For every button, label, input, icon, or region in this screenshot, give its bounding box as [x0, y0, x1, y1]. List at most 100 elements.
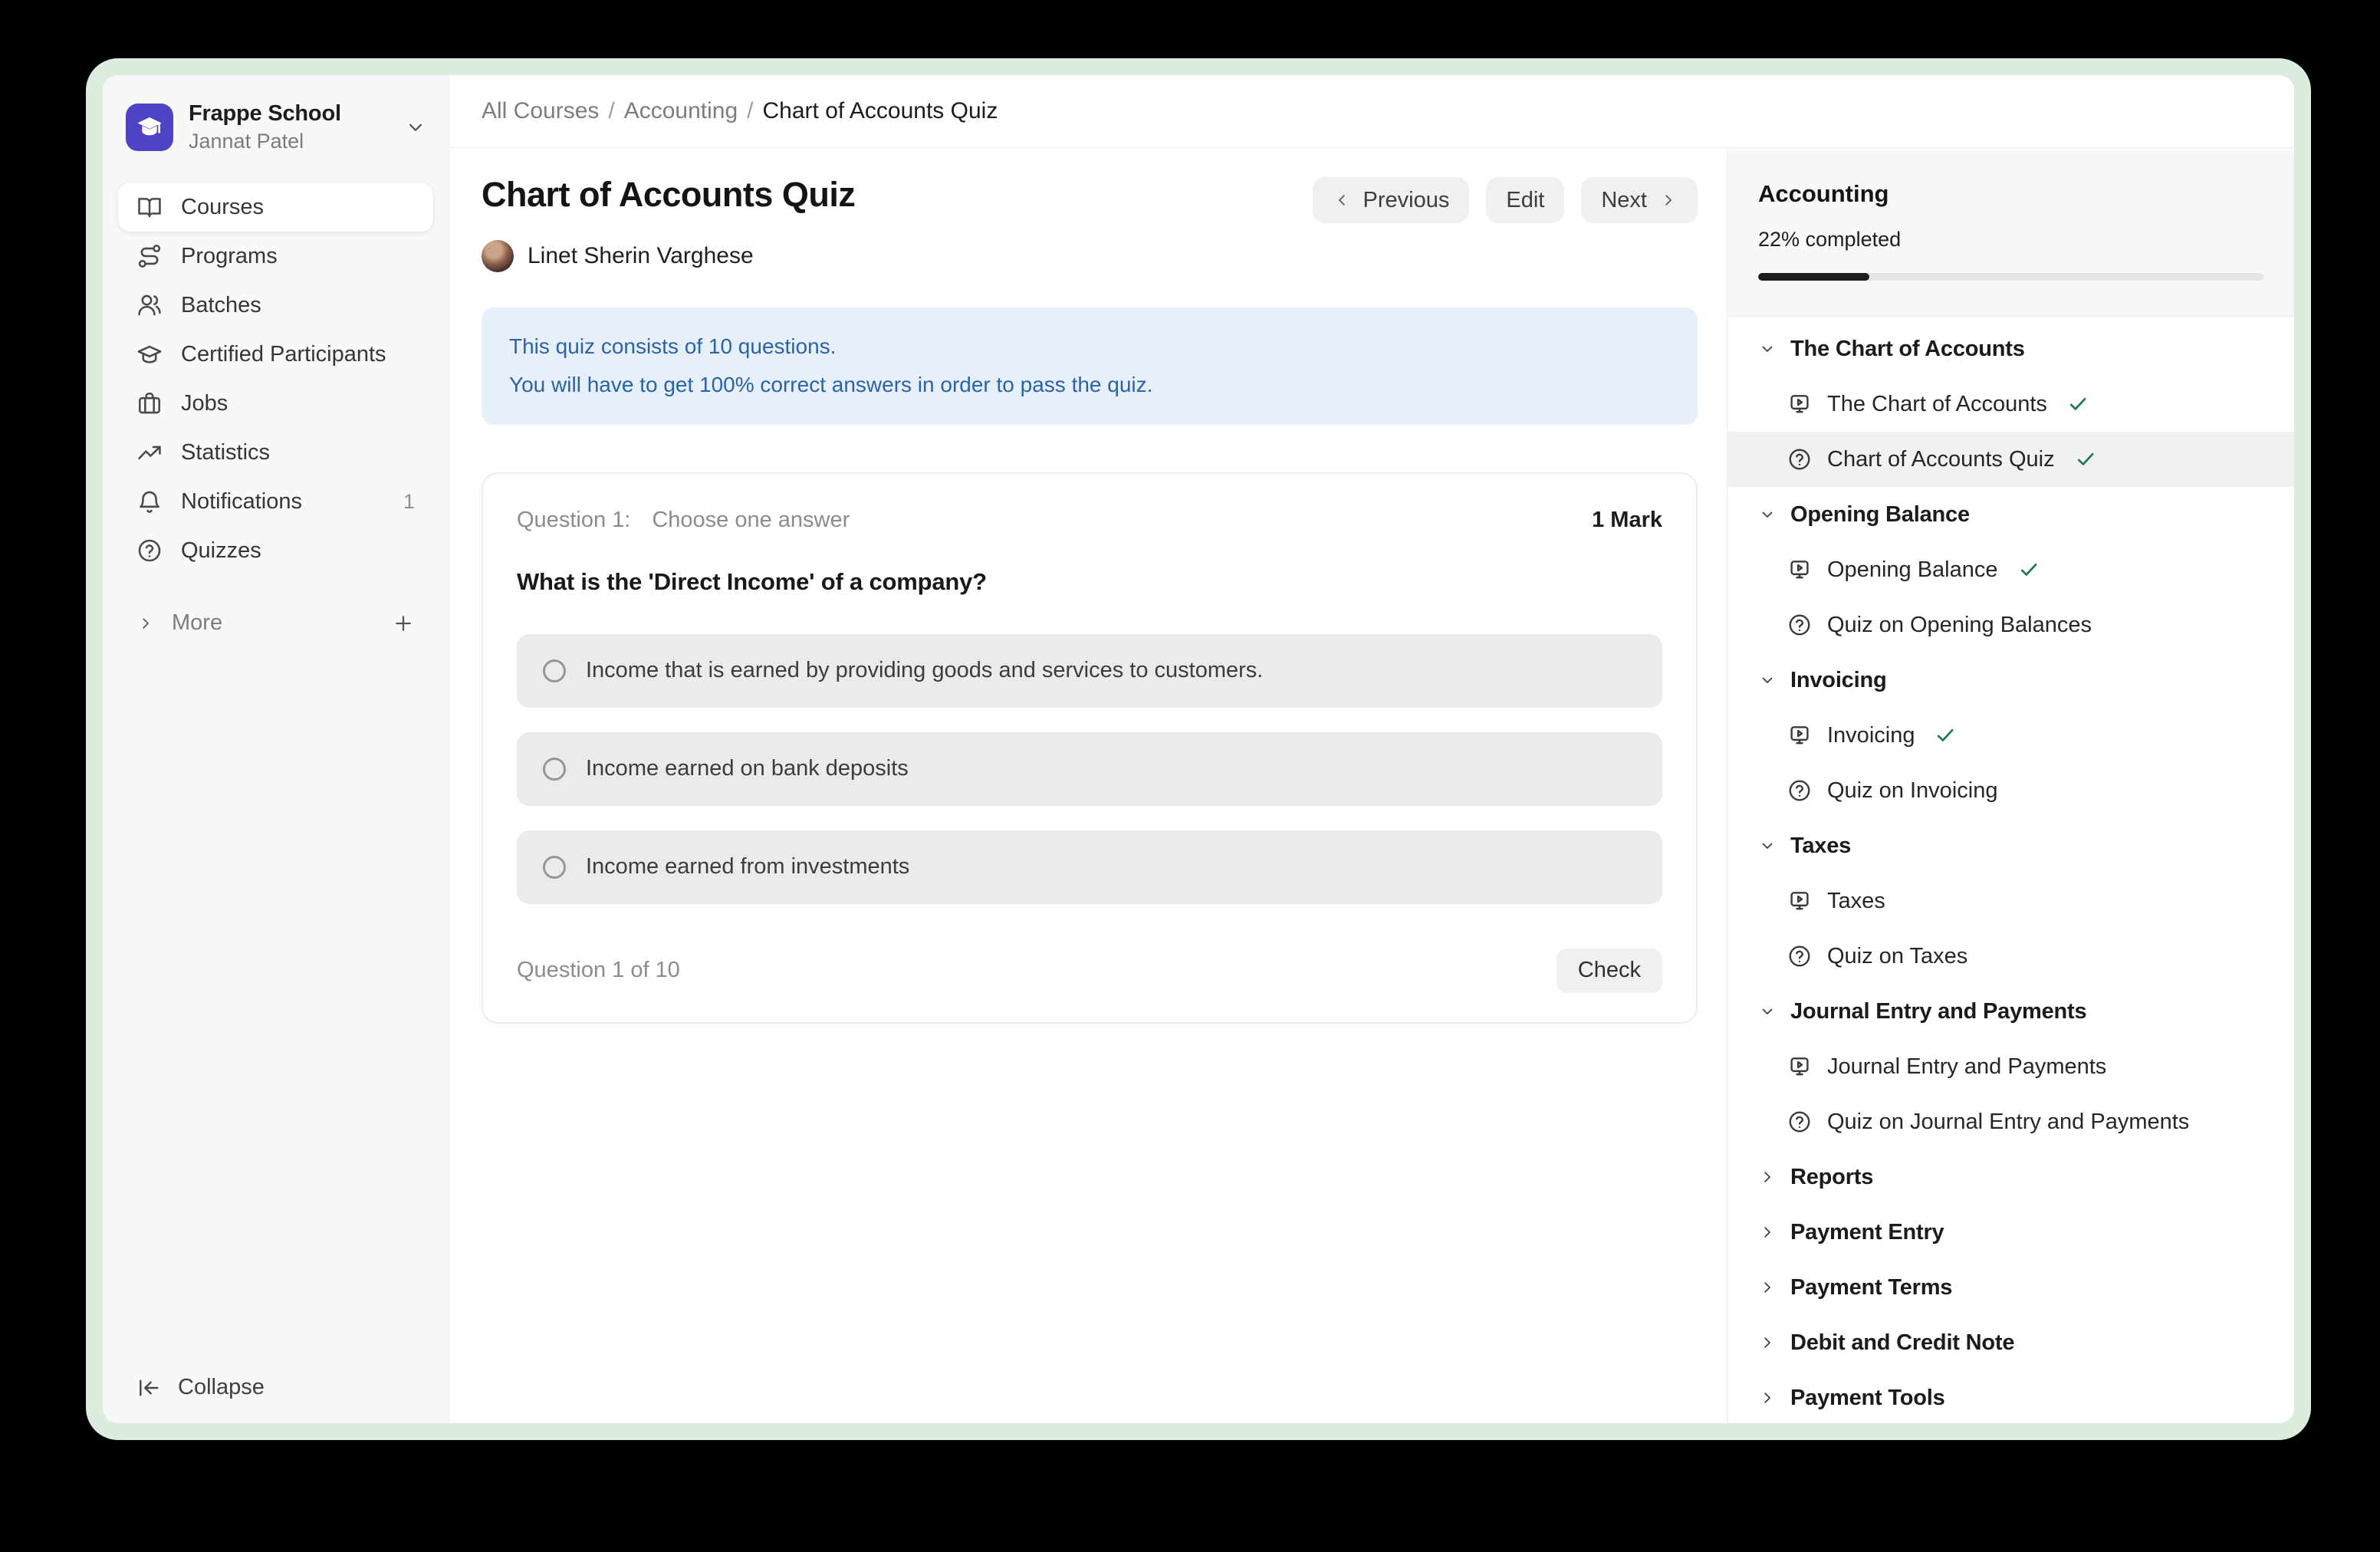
- answer-option-label: Income earned on bank deposits: [586, 756, 909, 781]
- outline-item-quiz-on-taxes[interactable]: Quiz on Taxes: [1727, 929, 2294, 984]
- sidebar-item-notifications[interactable]: Notifications1: [118, 477, 433, 526]
- answer-option-3[interactable]: Income earned from investments: [517, 830, 1662, 904]
- outline-section-taxes[interactable]: Taxes: [1727, 818, 2294, 873]
- outline-section-payment-terms[interactable]: Payment Terms: [1727, 1260, 2294, 1315]
- sidebar-item-label: Quizzes: [181, 538, 261, 564]
- outline-item-opening-balance[interactable]: Opening Balance: [1727, 542, 2294, 597]
- users-icon: [136, 292, 163, 318]
- outline-item-quiz-on-invoicing[interactable]: Quiz on Invoicing: [1727, 763, 2294, 818]
- previous-button[interactable]: Previous: [1313, 177, 1470, 223]
- trending-up-icon: [136, 439, 163, 465]
- workspace-switcher[interactable]: Frappe School Jannat Patel: [118, 95, 433, 159]
- answer-option-2[interactable]: Income earned on bank deposits: [517, 732, 1662, 806]
- course-outline-panel: Accounting 22% completed The Chart of Ac…: [1727, 148, 2294, 1423]
- outline-item-label: Journal Entry and Payments: [1827, 1054, 2106, 1080]
- outline-section-payment-entry[interactable]: Payment Entry: [1727, 1205, 2294, 1260]
- chevron-down-icon: [1758, 671, 1777, 689]
- more-label: More: [172, 610, 222, 636]
- monitor-play-icon: [1787, 723, 1812, 748]
- course-progress-fill: [1758, 273, 1869, 281]
- route-icon: [136, 243, 163, 269]
- collapse-sidebar-button[interactable]: Collapse: [136, 1375, 265, 1400]
- outline-item-invoicing[interactable]: Invoicing: [1727, 708, 2294, 763]
- breadcrumb-all-courses[interactable]: All Courses: [482, 98, 599, 124]
- notification-count-badge: 1: [403, 490, 415, 514]
- help-circle-icon: [1787, 1110, 1812, 1134]
- sidebar-item-label: Statistics: [181, 440, 270, 465]
- breadcrumb-current: Chart of Accounts Quiz: [763, 98, 998, 124]
- answer-option-label: Income earned from investments: [586, 854, 909, 880]
- workspace-text: Frappe School Jannat Patel: [189, 101, 341, 153]
- outline-item-quiz-on-opening-balances[interactable]: Quiz on Opening Balances: [1727, 597, 2294, 653]
- question-instruction: Choose one answer: [652, 508, 850, 533]
- sidebar-item-label: Programs: [181, 244, 278, 269]
- app-window: Frappe School Jannat Patel Courses Progra…: [86, 58, 2311, 1440]
- answer-options: Income that is earned by providing goods…: [517, 634, 1662, 904]
- question-number-label: Question 1:: [517, 508, 630, 533]
- sidebar-item-batches[interactable]: Batches: [118, 281, 433, 330]
- edit-button[interactable]: Edit: [1486, 177, 1564, 223]
- outline-item-the-chart-of-accounts[interactable]: The Chart of Accounts: [1727, 376, 2294, 432]
- outline-section-title: Payment Tools: [1790, 1386, 1945, 1411]
- workspace-name: Frappe School: [189, 101, 341, 127]
- outline-section-the-chart-of-accounts[interactable]: The Chart of Accounts: [1727, 321, 2294, 376]
- question-marks: 1 Mark: [1592, 508, 1662, 533]
- outline-item-label: Invoicing: [1827, 723, 1915, 748]
- quiz-card: Question 1: Choose one answer 1 Mark Wha…: [482, 472, 1698, 1024]
- lesson-nav-buttons: Previous Edit Next: [1313, 177, 1698, 223]
- check-icon: [2018, 559, 2040, 580]
- outline-item-label: Quiz on Opening Balances: [1827, 613, 2092, 638]
- graduation-cap-icon: [134, 112, 165, 143]
- outline-section-journal-entry-and-payments[interactable]: Journal Entry and Payments: [1727, 984, 2294, 1039]
- radio-icon[interactable]: [543, 856, 566, 879]
- left-sidebar: Frappe School Jannat Patel Courses Progra…: [103, 75, 449, 1423]
- outline-section-title: Debit and Credit Note: [1790, 1330, 2014, 1356]
- chevron-right-icon: [1659, 191, 1678, 209]
- chevron-right-icon: [1758, 1278, 1777, 1297]
- next-button[interactable]: Next: [1581, 177, 1698, 223]
- sidebar-item-jobs[interactable]: Jobs: [118, 379, 433, 428]
- sidebar-item-statistics[interactable]: Statistics: [118, 428, 433, 477]
- sidebar-item-label: Courses: [181, 195, 264, 220]
- help-circle-icon: [1787, 944, 1812, 968]
- sidebar-item-quizzes[interactable]: Quizzes: [118, 526, 433, 575]
- quiz-notice-line1: This quiz consists of 10 questions.: [509, 327, 1670, 366]
- outline-item-label: Opening Balance: [1827, 557, 1998, 583]
- plus-icon[interactable]: [392, 612, 415, 635]
- outline-section-debit-and-credit-note[interactable]: Debit and Credit Note: [1727, 1315, 2294, 1370]
- check-icon: [1935, 725, 1956, 746]
- radio-icon[interactable]: [543, 758, 566, 781]
- sidebar-more[interactable]: More: [118, 610, 433, 636]
- outline-section-title: Taxes: [1790, 834, 1851, 859]
- author-name: Linet Sherin Varghese: [528, 243, 754, 269]
- outline-section-opening-balance[interactable]: Opening Balance: [1727, 487, 2294, 542]
- question-pagination: Question 1 of 10: [517, 958, 680, 983]
- outline-item-taxes[interactable]: Taxes: [1727, 873, 2294, 929]
- outline-item-journal-entry-and-payments[interactable]: Journal Entry and Payments: [1727, 1039, 2294, 1094]
- sidebar-item-certified-participants[interactable]: Certified Participants: [118, 330, 433, 379]
- help-circle-icon: [1787, 778, 1812, 803]
- outline-section-invoicing[interactable]: Invoicing: [1727, 653, 2294, 708]
- outline-section-title: Opening Balance: [1790, 502, 1970, 528]
- sidebar-item-programs[interactable]: Programs: [118, 232, 433, 281]
- sidebar-item-courses[interactable]: Courses: [118, 182, 433, 232]
- monitor-play-icon: [1787, 392, 1812, 416]
- course-progress-bar: [1758, 273, 2263, 281]
- outline-section-reports[interactable]: Reports: [1727, 1149, 2294, 1205]
- frappe-school-logo: [126, 104, 173, 151]
- quiz-notice: This quiz consists of 10 questions. You …: [482, 307, 1698, 425]
- check-button[interactable]: Check: [1557, 949, 1662, 993]
- help-circle-icon: [1787, 613, 1812, 637]
- outline-item-quiz-on-journal-entry-and-payments[interactable]: Quiz on Journal Entry and Payments: [1727, 1094, 2294, 1149]
- outline-section-title: Reports: [1790, 1165, 1873, 1190]
- breadcrumb-separator: /: [608, 98, 614, 124]
- answer-option-1[interactable]: Income that is earned by providing goods…: [517, 634, 1662, 708]
- course-outline-header: Accounting 22% completed: [1727, 148, 2294, 317]
- radio-icon[interactable]: [543, 659, 566, 682]
- outline-item-chart-of-accounts-quiz[interactable]: Chart of Accounts Quiz: [1727, 432, 2294, 487]
- outline-section-payment-tools[interactable]: Payment Tools: [1727, 1370, 2294, 1423]
- outline-section-title: Invoicing: [1790, 668, 1887, 693]
- lesson-content: Chart of Accounts Quiz Previous Edit Nex…: [449, 148, 1727, 1423]
- breadcrumb-course[interactable]: Accounting: [624, 98, 738, 124]
- monitor-play-icon: [1787, 889, 1812, 913]
